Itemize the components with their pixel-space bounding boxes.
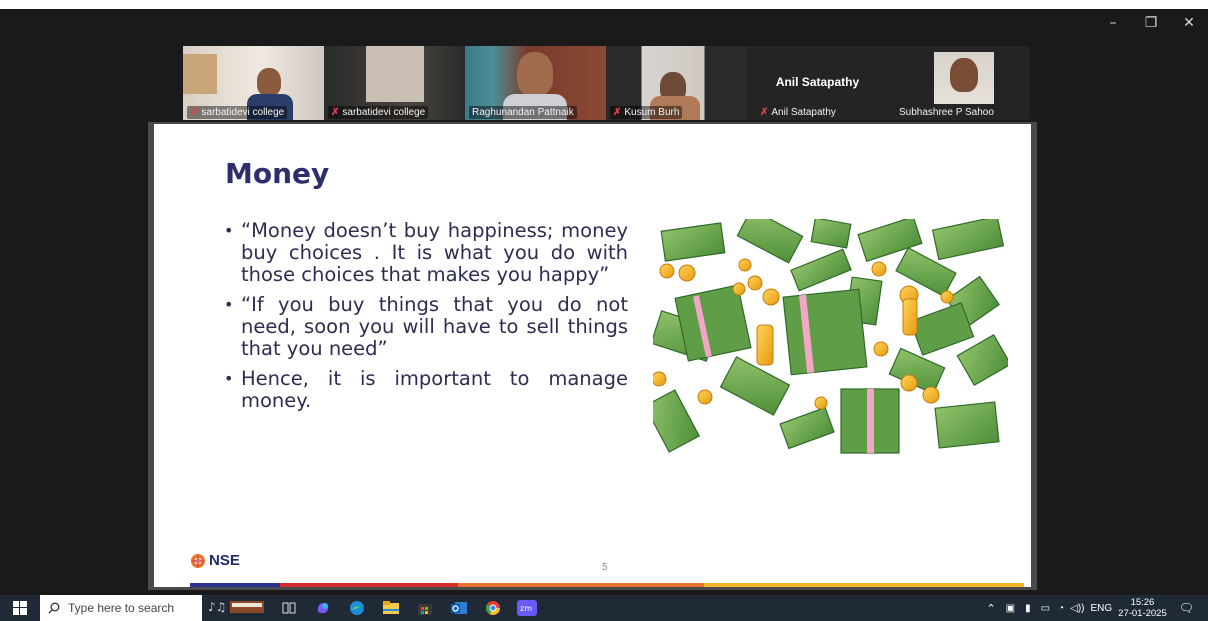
taskbar-search[interactable]: Type here to search [40,595,202,621]
footer-segment [280,583,458,587]
footer-segment [190,583,280,587]
bullet-item: “If you buy things that you do not need,… [224,294,628,360]
slide-page-number: 5 [602,562,608,573]
participant-name: ✗ Anil Satapathy [760,107,836,118]
participant-name: Raghunandan Pattnaik [469,106,577,119]
window-controls: – ❐ ✕ [1094,9,1208,37]
participant-tile[interactable]: Anil Satapathy ✗ Anil Satapathy [747,46,888,120]
zoom-app-icon[interactable]: zm [510,595,544,621]
start-button[interactable] [0,595,40,621]
nse-logo-text: NSE [209,552,240,569]
chevron-up-icon[interactable]: ⌃ [986,602,995,615]
meet-now-icon[interactable]: ▣ [1006,603,1015,614]
participant-name: ✗ sarbatidevi college [328,106,429,119]
footer-segment [458,583,704,587]
participant-name: Subhashree P Sahoo [899,107,994,118]
participant-center-name: Anil Satapathy [775,75,860,89]
muted-mic-icon: ✗ [613,107,622,118]
chrome-browser-icon[interactable] [476,595,510,621]
minimize-button[interactable]: – [1094,9,1132,37]
svg-text:♪♫: ♪♫ [208,600,226,614]
close-button[interactable]: ✕ [1170,9,1208,37]
notification-icon[interactable]: 🗨 [1179,601,1194,615]
volume-icon[interactable]: ◁)) [1070,603,1084,614]
nse-logo-icon [191,553,205,568]
clock-time: 15:26 [1130,597,1155,608]
battery-icon[interactable]: ▭ [1041,603,1050,614]
windows-logo-icon [13,601,27,615]
taskbar-clock[interactable]: 15:26 27-01-2025 [1118,597,1167,619]
system-tray: ⌃ ▣ ▮ ▭ ◔ ◁)) ENG 15:26 27-01-2025 🗨 [986,595,1208,621]
restore-button[interactable]: ❐ [1132,9,1170,37]
windows-taskbar: Type here to search ♪♫ zm ⌃ ▣ ▮ ▭ ◔ ◁)) … [0,595,1208,621]
participant-strip: ✗ sarbatidevi college ✗ sarbatidevi colleg… [183,46,1030,120]
slide-footer-bar [190,583,1024,587]
money-illustration [653,219,1008,454]
microsoft-store-icon[interactable] [408,595,442,621]
slide-bullets: “Money doesn’t buy happiness; money buy … [224,220,628,420]
muted-mic-icon: ✗ [760,107,769,118]
muted-mic-icon: ✗ [190,107,199,118]
participant-tile[interactable]: ✗ sarbatidevi college [183,46,324,120]
music-decoration-icon[interactable]: ♪♫ [202,595,272,621]
wifi-icon[interactable]: ◔ [1058,603,1064,614]
language-indicator[interactable]: ENG [1090,603,1112,614]
slide-title: Money [225,157,330,190]
participant-tile[interactable]: Subhashree P Sahoo [888,46,1029,120]
edge-browser-icon[interactable] [340,595,374,621]
top-edge [0,0,1208,9]
search-placeholder: Type here to search [68,601,175,615]
nse-logo: NSE [190,552,240,569]
bullet-item: Hence, it is important to manage money. [224,368,628,412]
task-view-icon[interactable] [272,595,306,621]
svg-text:zm: zm [520,604,532,613]
footer-segment [704,583,1024,587]
microphone-icon[interactable]: ▮ [1025,603,1031,614]
participant-tile[interactable]: ✗ sarbatidevi college [324,46,465,120]
copilot-icon[interactable] [306,595,340,621]
clock-date: 27-01-2025 [1118,608,1167,619]
participant-tile[interactable]: ✗ Kusum Burh [606,46,747,120]
participant-name: ✗ sarbatidevi college [187,106,288,119]
outlook-icon[interactable] [442,595,476,621]
participant-name: ✗ Kusum Burh [610,106,683,119]
bullet-item: “Money doesn’t buy happiness; money buy … [224,220,628,286]
search-icon [48,602,60,614]
participant-tile-active-speaker[interactable]: Raghunandan Pattnaik [465,46,606,120]
file-explorer-icon[interactable] [374,595,408,621]
shared-slide: Money “Money doesn’t buy happiness; mone… [154,124,1031,587]
muted-mic-icon: ✗ [331,107,340,118]
